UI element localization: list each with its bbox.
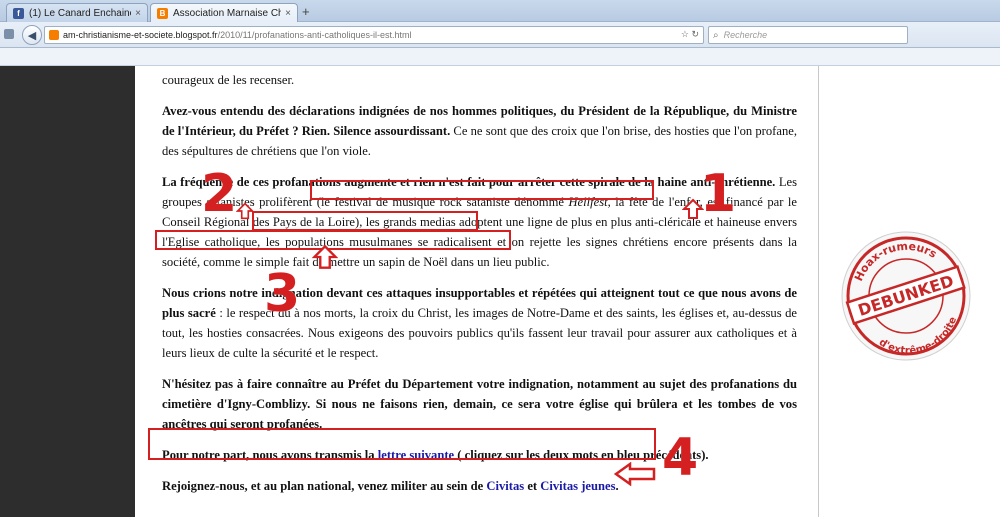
paragraph-6: Rejoignez-nous, et au plan national, ven… bbox=[162, 479, 619, 493]
civitas-link[interactable]: Civitas bbox=[486, 479, 524, 493]
url-domain: am-christianisme-et-societe.blogspot.fr bbox=[63, 30, 218, 40]
annotation-number-4: 4 bbox=[662, 428, 699, 488]
civitas-jeunes-link[interactable]: Civitas jeunes bbox=[540, 479, 615, 493]
highlight-box-1 bbox=[310, 180, 654, 200]
address-bar[interactable]: am-christianisme-et-societe.blogspot.fr … bbox=[44, 26, 704, 44]
reload-icon[interactable]: ☆ ↻ bbox=[681, 29, 699, 40]
bookmark-toolbar bbox=[0, 48, 1000, 66]
annotation-number-2: 2 bbox=[201, 164, 238, 224]
paragraph-1: Avez-vous entendu des déclarations indig… bbox=[162, 104, 797, 158]
url-path: /2010/11/profanations-anti-catholiques-i… bbox=[217, 30, 412, 40]
left-dark-sidebar bbox=[0, 66, 135, 517]
highlight-box-4 bbox=[148, 428, 656, 460]
annotation-number-3: 3 bbox=[264, 264, 301, 324]
left-arrow-icon bbox=[614, 462, 656, 486]
search-input[interactable]: ⌕ Recherche bbox=[708, 26, 908, 44]
tab-label: Association Marnaise Chris... bbox=[173, 7, 282, 19]
up-arrow-icon bbox=[236, 202, 254, 220]
tab-association-marnaise[interactable]: B Association Marnaise Chris... × bbox=[150, 3, 298, 22]
annotation-number-1: 1 bbox=[700, 164, 737, 224]
menu-icon[interactable] bbox=[4, 29, 14, 39]
debunked-stamp: Hoax-rumeurs d'extrême-droite DEBUNKED bbox=[841, 228, 971, 366]
close-icon[interactable]: × bbox=[135, 8, 141, 19]
back-button[interactable]: ◀ bbox=[22, 25, 42, 45]
search-icon: ⌕ bbox=[713, 29, 719, 41]
close-icon[interactable]: × bbox=[285, 8, 291, 19]
paragraph-4: N'hésitez pas à faire connaître au Préfe… bbox=[162, 377, 797, 431]
new-tab-button[interactable]: + bbox=[302, 4, 310, 19]
site-favicon-icon bbox=[49, 30, 59, 40]
highlight-box-2 bbox=[252, 211, 478, 231]
paragraph-0: courageux de les recenser. bbox=[162, 73, 295, 87]
back-arrow-icon: ◀ bbox=[27, 29, 37, 42]
blogger-icon: B bbox=[157, 7, 168, 19]
up-arrow-icon bbox=[312, 244, 338, 269]
navigation-bar: ◀ am-christianisme-et-societe.blogspot.f… bbox=[0, 22, 1000, 48]
facebook-icon: f bbox=[13, 7, 24, 19]
up-arrow-icon bbox=[682, 198, 704, 219]
tab-strip: f (1) Le Canard Enchainé × B Association… bbox=[0, 0, 1000, 22]
paragraph-3: Nous crions notre indignation devant ces… bbox=[162, 286, 797, 360]
tab-canard-enchaine[interactable]: f (1) Le Canard Enchainé × bbox=[6, 3, 148, 22]
tab-label: (1) Le Canard Enchainé bbox=[29, 7, 132, 19]
search-placeholder: Recherche bbox=[723, 30, 768, 40]
